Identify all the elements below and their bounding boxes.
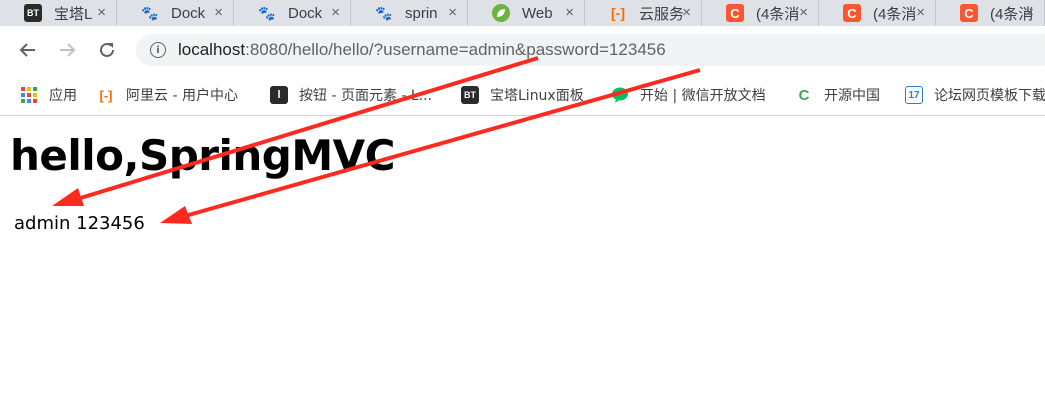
bookmarks-bar: 应用 [-] 阿里云 - 用户中心 l 按钮 - 页面元素 - L... BT …: [0, 74, 1045, 116]
browser-tab[interactable]: C (4条消 ×: [819, 0, 936, 26]
browser-tab[interactable]: BT 宝塔L ×: [0, 0, 117, 26]
apps-grid-icon: [20, 86, 38, 104]
address-bar[interactable]: i localhost:8080/hello/hello/?username=a…: [136, 34, 1045, 66]
tab-close-icon[interactable]: ×: [97, 3, 106, 23]
page-heading: hello,SpringMVC: [10, 131, 396, 180]
reload-button[interactable]: [93, 36, 121, 64]
forward-button[interactable]: [53, 36, 81, 64]
template-site-icon: 17: [905, 86, 923, 104]
aliyun-icon: [-]: [99, 87, 113, 103]
tab-close-icon[interactable]: ×: [565, 3, 574, 23]
tab-close-icon[interactable]: ×: [916, 3, 925, 23]
tab-title: sprin: [405, 4, 438, 22]
tab-close-icon[interactable]: ×: [214, 3, 223, 23]
csdn-icon: C: [843, 4, 861, 22]
site-info-icon[interactable]: i: [150, 42, 166, 58]
browser-tab[interactable]: C (4条消 ×: [936, 0, 1045, 26]
tab-close-icon[interactable]: ×: [682, 3, 691, 23]
tab-title: Web: [522, 4, 553, 22]
aliyun-icon: [-]: [611, 5, 625, 21]
layui-icon: l: [270, 86, 288, 104]
arrow-right-icon: [60, 43, 76, 57]
browser-tab[interactable]: 🐾 Dock ×: [234, 0, 351, 26]
tab-close-icon[interactable]: ×: [1025, 3, 1034, 23]
bookmark-oschina[interactable]: C 开源中国: [795, 83, 880, 107]
bookmark-bt-panel[interactable]: BT 宝塔Linux面板: [461, 83, 584, 107]
csdn-icon: C: [726, 4, 744, 22]
browser-tab[interactable]: Web ×: [468, 0, 585, 26]
bookmark-label: 开始 | 微信开放文档: [640, 88, 766, 104]
bookmark-layui[interactable]: l 按钮 - 页面元素 - L...: [270, 83, 432, 107]
bookmark-apps[interactable]: 应用: [20, 83, 77, 107]
bookmark-label: 论坛网页模板下载: [934, 88, 1045, 104]
bookmark-label: 阿里云 - 用户中心: [126, 88, 238, 104]
reload-icon: [100, 42, 114, 57]
page-content: hello,SpringMVC admin 123456: [0, 117, 1045, 420]
bt-panel-icon: BT: [24, 4, 42, 22]
baidu-paw-icon: 🐾: [141, 4, 159, 21]
tab-title: (4条消: [873, 5, 917, 23]
browser-tab[interactable]: [-] 云服务 ×: [585, 0, 702, 26]
bookmark-label: 按钮 - 页面元素 - L...: [299, 88, 433, 104]
bookmark-label: 应用: [49, 88, 77, 104]
browser-toolbar: i localhost:8080/hello/hello/?username=a…: [0, 26, 1045, 74]
browser-tab[interactable]: 🐾 Dock ×: [117, 0, 234, 26]
tab-strip: BT 宝塔L × 🐾 Dock × 🐾 Dock × 🐾 sprin × Web…: [0, 0, 1045, 26]
wechat-icon: [611, 86, 629, 104]
tab-close-icon[interactable]: ×: [448, 3, 457, 23]
browser-tab[interactable]: C (4条消 ×: [702, 0, 819, 26]
bookmark-label: 宝塔Linux面板: [490, 88, 584, 104]
bookmark-aliyun[interactable]: [-] 阿里云 - 用户中心: [97, 83, 238, 107]
tab-title: Dock: [288, 4, 323, 22]
tab-title: (4条消: [756, 5, 800, 23]
bt-panel-icon: BT: [461, 86, 479, 104]
browser-tab[interactable]: 🐾 sprin ×: [351, 0, 468, 26]
address-url[interactable]: localhost:8080/hello/hello/?username=adm…: [178, 40, 666, 60]
csdn-icon: C: [960, 4, 978, 22]
baidu-paw-icon: 🐾: [258, 4, 276, 21]
tab-close-icon[interactable]: ×: [331, 3, 340, 23]
baidu-paw-icon: 🐾: [375, 4, 393, 21]
spring-leaf-icon: [492, 4, 510, 22]
back-button[interactable]: [14, 36, 42, 64]
tab-close-icon[interactable]: ×: [799, 3, 808, 23]
tab-title: Dock: [171, 4, 206, 22]
bookmark-wechat-docs[interactable]: 开始 | 微信开放文档: [611, 83, 766, 107]
arrow-left-icon: [19, 43, 35, 57]
tab-title: 云服务: [639, 5, 683, 23]
oschina-icon: C: [798, 86, 810, 104]
bookmark-label: 开源中国: [824, 88, 880, 104]
bookmark-templates[interactable]: 17 论坛网页模板下载: [905, 83, 1045, 107]
tab-title: 宝塔L: [54, 5, 93, 23]
result-text: admin 123456: [14, 213, 145, 234]
